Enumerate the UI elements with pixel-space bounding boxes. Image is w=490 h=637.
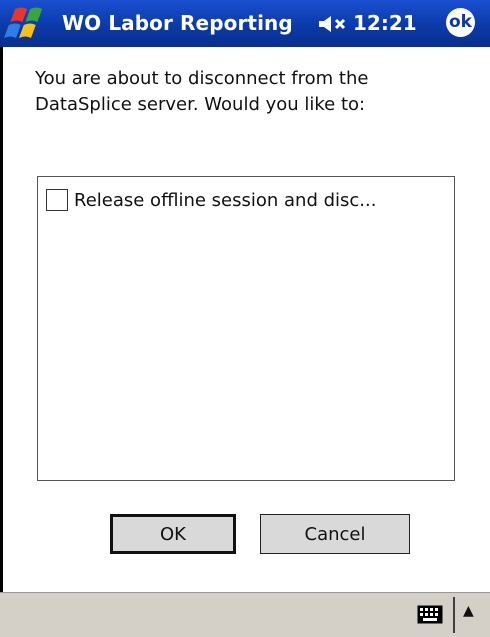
release-session-checkbox[interactable] <box>46 189 68 211</box>
sip-divider <box>453 597 455 633</box>
disconnect-message: You are about to disconnect from the Dat… <box>35 68 369 115</box>
windows-flag-icon[interactable] <box>4 5 52 43</box>
title-ok-button[interactable]: ok <box>446 8 475 37</box>
up-arrow-icon[interactable]: ▲ <box>463 603 474 619</box>
clock[interactable]: 12:21 <box>353 11 417 35</box>
list-item[interactable]: Release offline session and disc... <box>46 187 376 213</box>
cancel-button[interactable]: Cancel <box>260 514 410 554</box>
keyboard-icon[interactable] <box>417 605 443 624</box>
window-border <box>0 47 3 592</box>
menu-bar: ▲ <box>0 592 490 637</box>
release-session-label: Release offline session and disc... <box>74 189 377 211</box>
ok-button[interactable]: OK <box>110 514 236 554</box>
title-bar: WO Labor Reporting 12:21 ok <box>0 0 490 47</box>
app-title: WO Labor Reporting <box>62 11 293 35</box>
options-list[interactable]: Release offline session and disc... <box>37 176 455 481</box>
speaker-muted-icon[interactable] <box>317 14 351 34</box>
